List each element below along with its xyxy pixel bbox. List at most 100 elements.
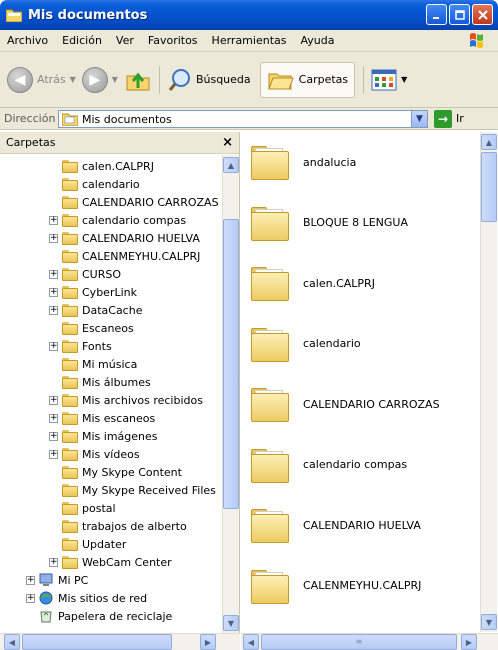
close-button[interactable]	[472, 4, 493, 25]
tree-item[interactable]: CALENDARIO HUELVA	[62, 229, 200, 247]
expand-plus-icon[interactable]: +	[49, 432, 58, 441]
expand-plus-icon[interactable]: +	[49, 306, 58, 315]
folder-item[interactable]: calen.CALPRJ	[251, 257, 375, 309]
up-folder-button[interactable]	[121, 63, 155, 97]
scroll-left-button[interactable]: ◀	[243, 634, 259, 650]
tree-item[interactable]: Fonts	[62, 337, 112, 355]
tree-item[interactable]: Papelera de reciclaje	[38, 607, 172, 625]
address-input[interactable]: Mis documentos ▼	[58, 110, 428, 128]
folder-icon	[62, 537, 78, 551]
expand-plus-icon[interactable]: +	[49, 270, 58, 279]
folder-icon	[251, 144, 289, 180]
tree-item[interactable]: calendario compas	[62, 211, 186, 229]
folder-item[interactable]: BLOQUE 8 LENGUA	[251, 197, 408, 249]
expand-plus-icon[interactable]: +	[49, 216, 58, 225]
expand-plus-icon[interactable]: +	[49, 414, 58, 423]
search-icon	[168, 68, 190, 91]
tree-item[interactable]: My Skype Content	[62, 463, 182, 481]
go-arrow-icon[interactable]: →	[434, 110, 452, 128]
go-button-label[interactable]: Ir	[456, 112, 464, 125]
folders-button[interactable]: Carpetas	[259, 61, 356, 98]
tree-item[interactable]: Mi música	[62, 355, 137, 373]
tree-item[interactable]: calendario	[62, 175, 140, 193]
expand-plus-icon[interactable]: +	[49, 234, 58, 243]
minimize-button[interactable]	[426, 4, 447, 25]
folder-item-label: CALENMEYHU.CALPRJ	[303, 579, 422, 592]
folder-icon	[62, 213, 78, 227]
forward-button[interactable]: ▶ ▼	[79, 63, 121, 97]
title-bar[interactable]: Mis documentos	[0, 0, 498, 30]
folder-item[interactable]: CALENMEYHU.CALPRJ	[251, 560, 421, 612]
content-hscrollbar[interactable]: ◀ ≡ ▶	[241, 633, 498, 650]
tree-item[interactable]: Mis imágenes	[62, 427, 158, 445]
chevron-down-icon[interactable]: ▼	[401, 75, 407, 84]
tree-item[interactable]: My Skype Received Files	[62, 481, 216, 499]
tree-item-label: Mi música	[82, 357, 138, 371]
close-folder-pane-button[interactable]: ×	[222, 135, 233, 150]
scroll-down-button[interactable]: ▼	[223, 615, 239, 631]
content-vscrollbar[interactable]: ▲ ▼	[480, 132, 497, 632]
menu-favoritos[interactable]: Favoritos	[141, 34, 205, 47]
chevron-down-icon[interactable]: ▼	[70, 75, 76, 84]
menu-herramientas[interactable]: Herramientas	[205, 34, 294, 47]
expand-plus-icon[interactable]: +	[49, 396, 58, 405]
tree-item[interactable]: calen.CALPRJ	[62, 157, 154, 175]
scroll-thumb[interactable]: ≡	[261, 634, 457, 650]
folder-icon	[251, 265, 289, 301]
scroll-right-button[interactable]: ▶	[200, 634, 216, 650]
tree-item[interactable]: Escaneos	[62, 319, 134, 337]
scroll-up-button[interactable]: ▲	[481, 134, 497, 150]
menu-ver[interactable]: Ver	[109, 34, 141, 47]
scroll-thumb[interactable]	[481, 152, 497, 222]
tree-item[interactable]: Mis sitios de red	[38, 589, 147, 607]
folder-icon	[62, 321, 78, 335]
menu-ayuda[interactable]: Ayuda	[293, 34, 341, 47]
tree-item[interactable]: DataCache	[62, 301, 142, 319]
tree-item[interactable]: CALENDARIO CARROZAS	[62, 193, 219, 211]
search-button[interactable]: Búsqueda	[164, 63, 254, 97]
tree-item[interactable]: WebCam Center	[62, 553, 172, 571]
expand-plus-icon[interactable]: +	[49, 288, 58, 297]
address-dropdown-icon[interactable]: ▼	[411, 111, 427, 127]
expand-plus-icon[interactable]: +	[26, 576, 35, 585]
maximize-button[interactable]	[449, 4, 470, 25]
views-button[interactable]: ▼	[368, 63, 410, 97]
tree-item-label: DataCache	[82, 303, 143, 317]
tree-item-label: Escaneos	[82, 321, 134, 335]
folder-tree-hscrollbar[interactable]: ◀ ▶	[0, 633, 240, 650]
tree-item[interactable]: CyberLink	[62, 283, 137, 301]
tree-item[interactable]: CURSO	[62, 265, 121, 283]
tree-item[interactable]: trabajos de alberto	[62, 517, 187, 535]
scroll-left-button[interactable]: ◀	[4, 634, 20, 650]
tree-item[interactable]: Mis álbumes	[62, 373, 151, 391]
menu-bar: Archivo Edición Ver Favoritos Herramient…	[0, 30, 498, 52]
folder-item[interactable]: calendario	[251, 318, 361, 370]
chevron-down-icon[interactable]: ▼	[112, 75, 118, 84]
folder-item[interactable]: calendario compas	[251, 439, 407, 491]
tree-item[interactable]: Mi PC	[38, 571, 88, 589]
scroll-thumb[interactable]	[223, 219, 239, 509]
back-button[interactable]: ◀ Atrás ▼	[4, 63, 79, 97]
expand-plus-icon[interactable]: +	[49, 342, 58, 351]
tree-item-label: WebCam Center	[82, 555, 172, 569]
scroll-thumb[interactable]	[22, 634, 172, 650]
tree-item[interactable]: CALENMEYHU.CALPRJ	[62, 247, 200, 265]
expand-plus-icon[interactable]: +	[49, 558, 58, 567]
menu-archivo[interactable]: Archivo	[0, 34, 55, 47]
tree-item[interactable]: Updater	[62, 535, 126, 553]
tree-item[interactable]: Mis vídeos	[62, 445, 140, 463]
tree-item[interactable]: Mis escaneos	[62, 409, 155, 427]
folder-tree-vscrollbar[interactable]: ▲ ▼	[222, 155, 239, 633]
scroll-down-button[interactable]: ▼	[481, 614, 497, 630]
scroll-up-button[interactable]: ▲	[223, 157, 239, 173]
expand-plus-icon[interactable]: +	[49, 450, 58, 459]
folder-item[interactable]: CALENDARIO HUELVA	[251, 499, 421, 551]
tree-item[interactable]: postal	[62, 499, 116, 517]
expand-plus-icon[interactable]: +	[26, 594, 35, 603]
menu-edicion[interactable]: Edición	[55, 34, 109, 47]
tree-item[interactable]: Mis archivos recibidos	[62, 391, 203, 409]
folder-item[interactable]: CALENDARIO CARROZAS	[251, 378, 440, 430]
folder-icon	[62, 177, 78, 191]
folder-item[interactable]: andalucia	[251, 136, 356, 188]
scroll-right-button[interactable]: ▶	[461, 634, 477, 650]
